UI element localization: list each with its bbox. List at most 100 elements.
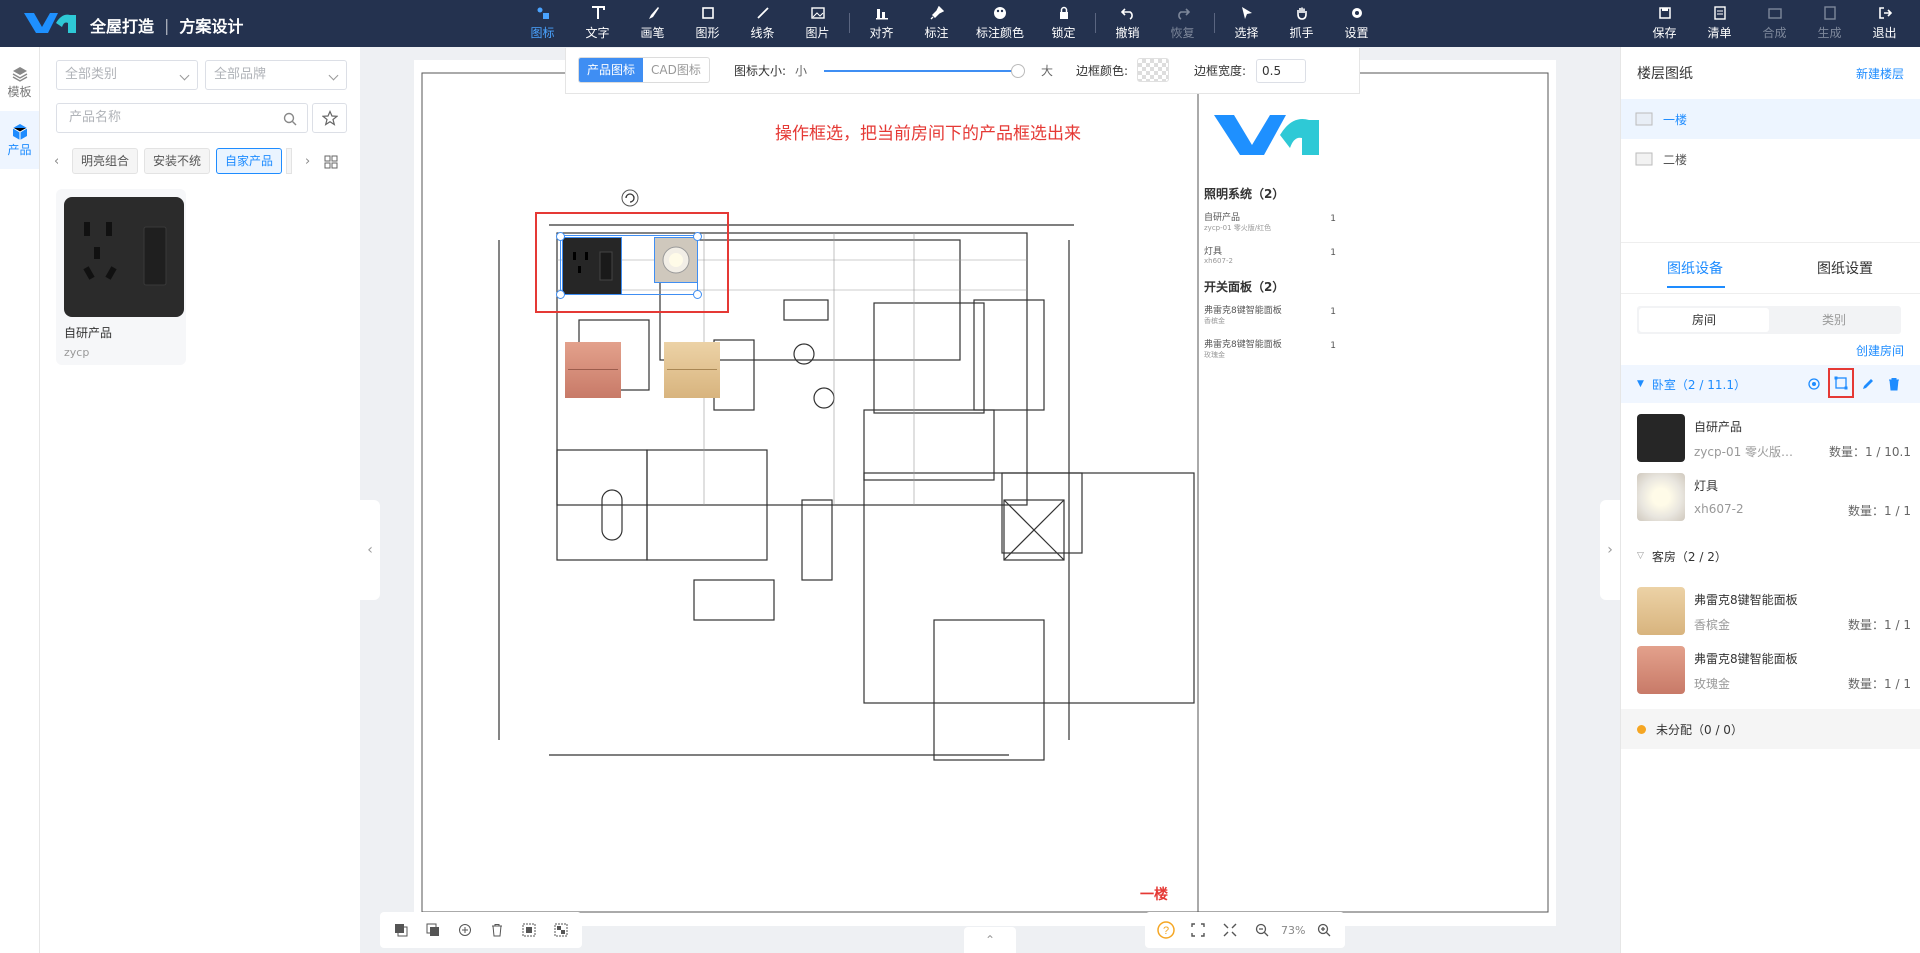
resize-handle[interactable] — [693, 290, 702, 299]
room-device-item[interactable]: 弗雷克8键智能面板 香槟金 数量：1 / 1 — [1637, 587, 1911, 637]
chevron-left-icon: ‹ — [367, 542, 373, 558]
nav-product[interactable]: 产品 — [0, 111, 39, 169]
room-device-item[interactable]: 弗雷克8键智能面板 玫瑰金 数量：1 / 1 — [1637, 646, 1911, 696]
bring-front-button[interactable] — [388, 917, 414, 943]
group-by-room[interactable]: 房间 — [1639, 308, 1769, 332]
chevron-up-icon: ⌃ — [984, 933, 996, 947]
send-back-button[interactable] — [420, 917, 446, 943]
group-button[interactable] — [516, 917, 542, 943]
tool-line-button[interactable]: 线条 — [735, 0, 790, 47]
brand-select-value: 全部品牌 — [214, 67, 267, 82]
tool-image-button[interactable]: 图片 — [790, 0, 845, 47]
brand-select[interactable]: 全部品牌 — [205, 60, 347, 90]
floor-item-2[interactable]: 二楼 — [1621, 139, 1920, 179]
grid-view-icon[interactable] — [324, 155, 338, 169]
resize-handle[interactable] — [556, 232, 565, 241]
zoom-out-button[interactable] — [1249, 917, 1275, 943]
tool-label: 图形 — [695, 26, 720, 40]
collapse-right-button[interactable]: › — [1600, 500, 1620, 600]
collapse-left-button[interactable]: ‹ — [360, 500, 380, 600]
tool-annotation-color-button[interactable]: 标注颜色 — [964, 0, 1036, 47]
room-row-guestroom[interactable]: ▽ 客房（2 / 2） — [1621, 537, 1920, 575]
category-select-value: 全部类别 — [65, 67, 118, 82]
room-device-item[interactable]: 灯具 xh607-2 数量：1 / 1 — [1637, 473, 1911, 523]
chip-next-icon[interactable]: › — [305, 154, 310, 169]
border-color-swatch[interactable] — [1137, 58, 1169, 82]
edit-icon[interactable] — [1861, 377, 1875, 391]
tool-label: 线条 — [750, 26, 775, 40]
category-select[interactable]: 全部类别 — [56, 60, 198, 90]
tab-devices[interactable]: 图纸设备 — [1667, 258, 1723, 278]
toolbar-divider — [849, 13, 850, 33]
resize-handle[interactable] — [693, 232, 702, 241]
exit-button[interactable]: 退出 — [1857, 0, 1912, 47]
delete-button[interactable] — [484, 917, 510, 943]
room-device-item[interactable]: 自研产品 zycp-01 零火版/... 数量：1 / 10.1 — [1637, 414, 1911, 464]
box-select-button[interactable] — [1828, 368, 1854, 398]
placed-panel-champagne-gold[interactable] — [664, 342, 720, 398]
device-qty: 数量：1 / 10.1 — [1828, 445, 1911, 459]
fit-screen-button[interactable] — [1185, 917, 1211, 943]
expand-bottom-button[interactable]: ⌃ — [964, 927, 1016, 953]
legend-item-name: 弗雷克8键智能面板 — [1204, 340, 1282, 350]
locate-icon[interactable] — [1807, 377, 1821, 391]
favorite-button[interactable] — [312, 103, 347, 133]
tool-settings-button[interactable]: 设置 — [1329, 0, 1384, 47]
tool-lock-button[interactable]: 锁定 — [1036, 0, 1091, 47]
trash-icon[interactable] — [1887, 377, 1901, 391]
rotate-handle-icon[interactable] — [620, 188, 640, 208]
legend-item: 弗雷克8键智能面板 香槟金 1 — [1204, 303, 1336, 331]
tool-shape-button[interactable]: 图形 — [680, 0, 735, 47]
tool-icon-button[interactable]: 图标 — [515, 0, 570, 47]
product-card[interactable]: 自研产品 zycp — [56, 189, 186, 365]
fullscreen-button[interactable] — [1217, 917, 1243, 943]
annotation-text[interactable]: 操作框选，把当前房间下的产品框选出来 — [775, 119, 1081, 144]
border-width-input[interactable]: 0.5 — [1256, 59, 1306, 83]
save-button[interactable]: 保存 — [1637, 0, 1692, 47]
generate-button[interactable]: 生成 — [1802, 0, 1857, 47]
tool-redo-button[interactable]: 恢复 — [1155, 0, 1210, 47]
tool-select-button[interactable]: 选择 — [1219, 0, 1274, 47]
panel-seam — [667, 369, 717, 370]
placed-socket-product[interactable] — [562, 237, 622, 295]
room-row-unassigned[interactable]: 未分配（0 / 0） — [1621, 709, 1920, 749]
icon-size-slider[interactable] — [824, 64, 1025, 78]
slider-knob[interactable] — [1011, 64, 1025, 78]
align-icon — [875, 9, 888, 20]
product-icon-tab[interactable]: 产品图标 — [579, 58, 644, 82]
legend-logo-icon — [1214, 115, 1319, 155]
chip-install[interactable]: 安装不统 — [144, 148, 211, 174]
room-row-bedroom[interactable]: ▼ 卧室（2 / 11.1） — [1621, 365, 1920, 403]
help-button[interactable]: ? — [1153, 917, 1179, 943]
tool-brush-button[interactable]: 画笔 — [625, 0, 680, 47]
cad-icon-tab[interactable]: CAD图标 — [643, 58, 709, 82]
create-room-link[interactable]: 创建房间 — [1856, 342, 1904, 359]
floor-item-1[interactable]: 一楼 — [1621, 99, 1920, 139]
placed-light-product[interactable] — [654, 237, 698, 283]
tool-text-button[interactable]: 文字 — [570, 0, 625, 47]
resize-handle[interactable] — [556, 290, 565, 299]
chip-own-products[interactable]: 自家产品 — [216, 148, 283, 174]
zoom-in-button[interactable] — [1311, 917, 1337, 943]
compose-button[interactable]: 合成 — [1747, 0, 1802, 47]
chip-bright-combo[interactable]: 明亮组合 — [72, 148, 139, 174]
list-button[interactable]: 清单 — [1692, 0, 1747, 47]
lock-icon — [1059, 6, 1068, 19]
tool-align-button[interactable]: 对齐 — [854, 0, 909, 47]
placed-panel-rose-gold[interactable] — [565, 342, 621, 398]
search-icon[interactable] — [283, 112, 297, 126]
tool-pin-button[interactable]: 标注 — [909, 0, 964, 47]
tool-hand-button[interactable]: 抓手 — [1274, 0, 1329, 47]
new-floor-link[interactable]: 新建楼层 — [1856, 65, 1904, 82]
canvas-area[interactable]: . 操作框选，把当前房间下的产品框选出来 一楼 照明系统（2） 自研产品 zyc… — [360, 47, 1620, 953]
group-icon — [522, 923, 536, 937]
product-search-input[interactable]: 产品名称 — [56, 103, 308, 133]
tab-settings[interactable]: 图纸设置 — [1817, 258, 1873, 278]
tool-undo-button[interactable]: 撤销 — [1100, 0, 1155, 47]
group-by-category[interactable]: 类别 — [1769, 308, 1899, 332]
fullscreen-icon — [1223, 923, 1237, 937]
ungroup-button[interactable] — [548, 917, 574, 943]
duplicate-button[interactable] — [452, 917, 478, 943]
nav-template[interactable]: 模板 — [0, 53, 39, 111]
chip-prev-icon[interactable]: ‹ — [54, 154, 59, 169]
